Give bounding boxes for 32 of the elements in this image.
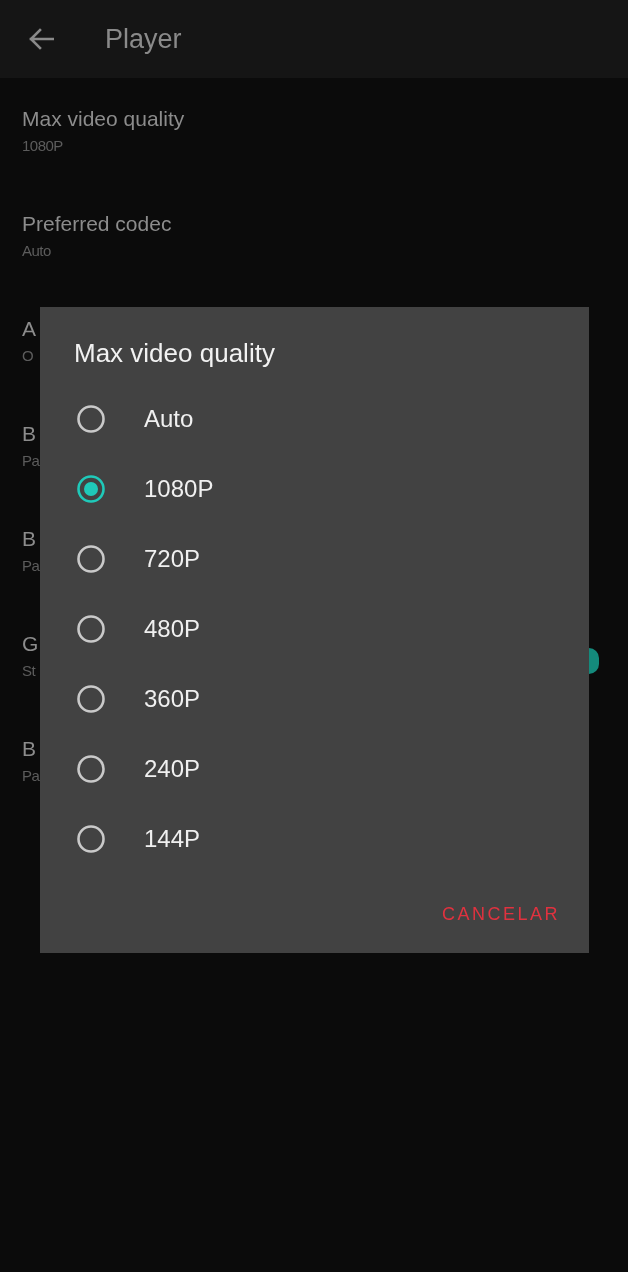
setting-value: 1080P [22,136,63,156]
quality-option[interactable]: Auto [40,384,204,454]
setting-title: Preferred codec [22,211,172,237]
setting-value: St [22,661,36,681]
radio-button[interactable] [77,685,105,713]
setting-title: B [22,526,36,552]
setting-title: B [22,421,36,447]
radio-button[interactable] [77,755,105,783]
setting-title: Max video quality [22,106,185,132]
quality-option[interactable]: 720P [40,524,211,594]
setting-value: Pa [22,766,40,786]
quality-option[interactable]: 144P [40,804,211,874]
quality-option[interactable]: 480P [40,594,211,664]
setting-title: B [22,736,36,762]
dialog-title: Max video quality [73,337,275,370]
quality-option[interactable]: 1080P [40,454,224,524]
radio-button[interactable] [77,545,105,573]
back-arrow-icon[interactable] [28,28,54,50]
setting-value: Pa [22,556,40,576]
setting-value: Pa [22,451,40,471]
radio-button[interactable] [77,825,105,853]
toggle-switch[interactable] [589,648,599,674]
radio-button[interactable] [77,475,105,503]
setting-title: A [22,316,36,342]
setting-value: O [22,346,34,366]
quality-option[interactable]: 360P [40,664,211,734]
radio-button[interactable] [77,615,105,643]
setting-value: Auto [22,241,51,261]
radio-button[interactable] [77,405,105,433]
setting-title: G [22,631,39,657]
quality-option[interactable]: 240P [40,734,211,804]
screen-title: Player [105,23,182,55]
